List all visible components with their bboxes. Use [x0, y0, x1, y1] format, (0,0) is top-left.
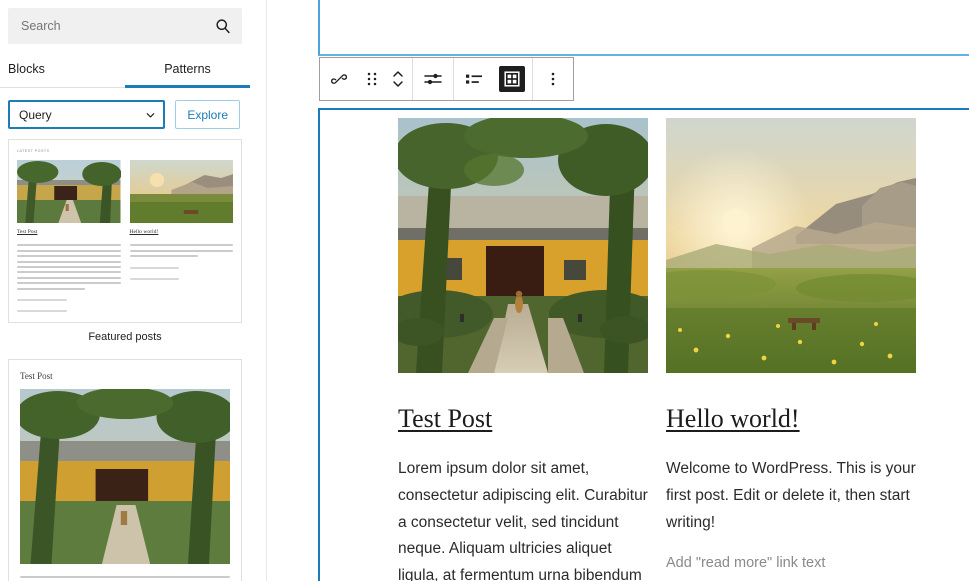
toolbar-group-layout: [454, 58, 533, 100]
pattern-preview-image: [15, 387, 237, 565]
toolbar-group-block: [320, 58, 413, 100]
tab-blocks[interactable]: Blocks: [0, 52, 125, 87]
post-title-link[interactable]: Hello world!: [666, 403, 916, 434]
post-excerpt: Lorem ipsum dolor sit amet, consectetur …: [398, 460, 648, 581]
post-title-link[interactable]: Test Post: [398, 403, 648, 434]
pattern-preview-body: [20, 564, 230, 581]
list-view-icon[interactable]: [455, 58, 493, 100]
pattern-preview-content: LATEST POSTS Test Post Hello world!: [9, 140, 241, 322]
post-read-more-placeholder[interactable]: Add "read more" link text: [666, 555, 916, 571]
pattern-item-featured-posts[interactable]: LATEST POSTS Test Post Hello world! Feat…: [8, 139, 242, 353]
drag-handle-icon[interactable]: [359, 58, 385, 100]
post-item: Hello world! Welcome to WordPress. This …: [636, 118, 936, 581]
pattern-preview-post: Hello world!: [129, 160, 233, 312]
post-item: Test Post Lorem ipsum dolor sit amet, co…: [383, 114, 659, 581]
display-settings-icon[interactable]: [414, 58, 452, 100]
pattern-preview-image: [17, 160, 122, 223]
pattern-preview[interactable]: Test Post: [8, 359, 242, 581]
search-container: [0, 0, 250, 44]
pattern-category-select-wrapper: Query: [8, 100, 166, 129]
editor-canvas: Test Post Lorem ipsum dolor sit amet, co…: [318, 0, 969, 581]
move-up-down-icon[interactable]: [385, 58, 411, 100]
pattern-preview-post: Test Post: [17, 160, 122, 313]
pattern-preview-post-title: Test Post: [20, 371, 53, 382]
post-excerpt: Welcome to WordPress. This is your first…: [666, 460, 916, 531]
search-input[interactable]: [9, 9, 241, 43]
inserter-tabs: Blocks Patterns: [0, 52, 250, 88]
toolbar-group-settings: [413, 58, 454, 100]
pattern-category-row: Query Explore: [0, 88, 250, 139]
tab-patterns[interactable]: Patterns: [125, 52, 250, 88]
search-icon: [214, 17, 232, 35]
pattern-preview-columns: Test Post Hello world!: [17, 160, 233, 313]
editor-gutter: [266, 0, 318, 581]
block-selection-outline-top: [318, 0, 969, 56]
query-loop-post-grid: Test Post Lorem ipsum dolor sit amet, co…: [383, 114, 936, 581]
pattern-preview-image: [129, 160, 233, 223]
block-inserter-panel: Blocks Patterns Query Explore: [0, 0, 250, 581]
post-featured-image[interactable]: [383, 114, 659, 373]
post-featured-image[interactable]: [636, 118, 936, 373]
pattern-preview[interactable]: LATEST POSTS Test Post Hello world!: [8, 139, 242, 324]
toolbar-group-more: [533, 58, 573, 100]
more-options-icon[interactable]: [534, 58, 572, 100]
explore-button[interactable]: Explore: [175, 100, 240, 129]
block-toolbar: [319, 57, 574, 101]
wordpress-block-editor: Blocks Patterns Query Explore: [0, 0, 969, 581]
pattern-list: LATEST POSTS Test Post Hello world! Feat…: [0, 139, 250, 581]
pattern-caption: Featured posts: [88, 331, 162, 344]
pattern-item-test-post[interactable]: Test Post: [8, 359, 242, 581]
pattern-preview-content: Test Post: [9, 360, 241, 581]
pattern-preview-label: LATEST POSTS: [17, 149, 50, 153]
block-type-query-loop-icon[interactable]: [321, 58, 359, 100]
grid-view-active-indicator: [499, 66, 525, 92]
search-box[interactable]: [8, 8, 242, 44]
grid-view-icon[interactable]: [493, 58, 531, 100]
pattern-category-select[interactable]: Query: [8, 100, 166, 129]
